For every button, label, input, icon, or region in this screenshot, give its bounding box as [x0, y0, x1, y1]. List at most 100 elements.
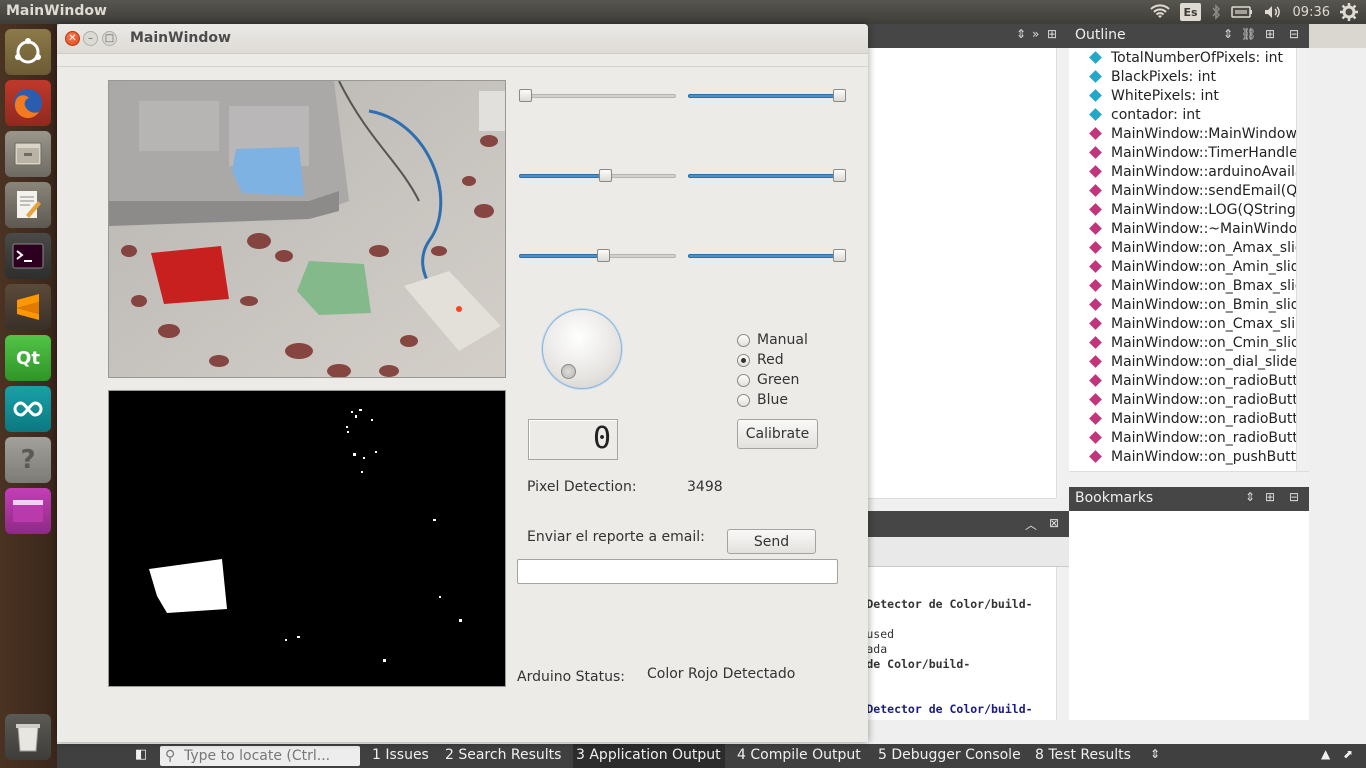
radio-manual[interactable]: Manual	[737, 331, 808, 349]
clock[interactable]: 09:36	[1293, 3, 1330, 21]
split-icon[interactable]: ⊞	[1047, 27, 1057, 41]
outline-item[interactable]: contador: int	[1069, 105, 1296, 124]
calibrate-button[interactable]: Calibrate	[737, 419, 818, 449]
outline-item[interactable]: MainWindow::on_Bmax_slid	[1069, 276, 1296, 295]
outline-item[interactable]: MainWindow::on_radioButt	[1069, 428, 1296, 447]
outline-vertical-scrollbar[interactable]	[1296, 48, 1309, 471]
maximize-pane-icon[interactable]: ⬈	[1343, 747, 1353, 761]
c-min-slider[interactable]	[519, 248, 676, 264]
text-editor-icon[interactable]	[5, 182, 51, 228]
files-icon[interactable]	[5, 131, 51, 177]
outline-item[interactable]: MainWindow::on_Bmin_slid	[1069, 295, 1296, 314]
outline-item[interactable]: MainWindow::MainWindow	[1069, 124, 1296, 143]
tab-application-output[interactable]: 3 Application Output	[573, 744, 725, 768]
up-down-icon[interactable]: ⇕	[1016, 27, 1026, 41]
bookmarks-area	[1069, 511, 1309, 720]
outline-item-label: MainWindow::sendEmail(QS	[1111, 182, 1296, 199]
radio-blue[interactable]: Blue	[737, 391, 788, 409]
tab-search-results[interactable]: 2 Search Results	[445, 747, 561, 763]
gear-icon[interactable]	[1340, 3, 1358, 21]
trash-icon[interactable]	[5, 714, 51, 760]
outline-item[interactable]: MainWindow::on_dial_slide	[1069, 352, 1296, 371]
outline-item[interactable]: WhitePixels: int	[1069, 86, 1296, 105]
double-chevron-icon[interactable]: »	[1032, 27, 1039, 41]
outline-item[interactable]: MainWindow::~MainWindo	[1069, 219, 1296, 238]
tab-test-results[interactable]: 8 Test Results	[1035, 747, 1131, 763]
maximize-icon[interactable]: □	[102, 31, 117, 46]
bookmarks-title: Bookmarks	[1075, 490, 1154, 506]
firefox-icon[interactable]	[5, 80, 51, 126]
volume-icon[interactable]	[1263, 3, 1283, 21]
sublime-text-icon[interactable]	[5, 284, 51, 330]
function-icon	[1089, 393, 1102, 406]
b-min-slider[interactable]	[519, 168, 676, 184]
ubuntu-dash-icon[interactable]	[5, 29, 51, 75]
keyboard-layout-indicator[interactable]: Es	[1180, 3, 1201, 21]
outline-item-label: TotalNumberOfPixels: int	[1111, 49, 1283, 66]
outline-item-label: MainWindow::on_Bmin_slid	[1111, 296, 1296, 313]
editor-vertical-scrollbar[interactable]	[1056, 48, 1069, 498]
outline-item[interactable]: MainWindow::on_pushButt	[1069, 447, 1296, 466]
outline-item[interactable]: MainWindow::on_radioButt	[1069, 390, 1296, 409]
up-down-icon[interactable]: ⇕	[1223, 27, 1233, 41]
pixel-detection-label: Pixel Detection:	[527, 479, 637, 495]
outline-item[interactable]: MainWindow::on_radioButt	[1069, 409, 1296, 428]
outline-item[interactable]: MainWindow::TimerHandle	[1069, 143, 1296, 162]
up-down-icon[interactable]: ⇕	[1150, 747, 1160, 761]
arduino-icon[interactable]	[5, 386, 51, 432]
bookmarks-header: Bookmarks ⇕ ⊞ ⊟	[1069, 487, 1309, 511]
link-icon[interactable]: ⛓	[1241, 27, 1256, 41]
outline-item[interactable]: MainWindow::LOG(QString,	[1069, 200, 1296, 219]
outline-item[interactable]: MainWindow::on_radioButt	[1069, 371, 1296, 390]
app-window-icon[interactable]	[5, 488, 51, 534]
close-pane-icon[interactable]: ⊟	[1289, 490, 1299, 504]
outline-item[interactable]: MainWindow::arduinoAvaila	[1069, 162, 1296, 181]
outline-item[interactable]: MainWindow::on_Amin_slid	[1069, 257, 1296, 276]
outline-item[interactable]: MainWindow::on_Cmax_slid	[1069, 314, 1296, 333]
dial-knob[interactable]	[561, 364, 576, 379]
chevron-up-icon[interactable]: ︿	[1025, 516, 1037, 533]
tab-issues[interactable]: 1 Issues	[372, 747, 429, 763]
outline-item-label: BlackPixels: int	[1111, 68, 1216, 85]
minimize-icon[interactable]: –	[83, 31, 98, 46]
outline-item-label: MainWindow::arduinoAvaila	[1111, 163, 1296, 180]
b-max-fill	[688, 174, 839, 178]
radio-red-indicator	[737, 353, 750, 367]
outline-item[interactable]: MainWindow::on_Amax_slid	[1069, 238, 1296, 257]
split-icon[interactable]: ⊞	[1265, 27, 1275, 41]
function-icon	[1089, 355, 1102, 368]
wifi-icon[interactable]	[1150, 3, 1171, 21]
outline-horizontal-scrollbar[interactable]	[1069, 471, 1309, 487]
a-min-slider[interactable]	[519, 88, 676, 104]
up-down-icon[interactable]: ⇕	[1245, 490, 1255, 504]
outline-item-label: MainWindow::on_Amin_slid	[1111, 258, 1296, 275]
close-pane-icon[interactable]: ⊟	[1289, 27, 1299, 41]
chevron-up-icon[interactable]: ▲	[1321, 747, 1330, 761]
tab-debugger-console[interactable]: 5 Debugger Console	[878, 747, 1021, 763]
close-icon[interactable]: ✕	[65, 31, 80, 46]
locator-input[interactable]: ⚲ Type to locate (Ctrl...	[160, 746, 360, 766]
radio-red[interactable]: Red	[737, 351, 784, 369]
outline-item[interactable]: TotalNumberOfPixels: int	[1069, 48, 1296, 67]
outline-item[interactable]: MainWindow::on_Cmin_slid	[1069, 333, 1296, 352]
split-icon[interactable]: ⊞	[1265, 490, 1275, 504]
help-icon[interactable]: ?	[5, 437, 51, 483]
qt-creator-icon[interactable]: Qt	[5, 335, 51, 381]
bluetooth-icon[interactable]	[1211, 3, 1221, 21]
a-max-slider[interactable]	[688, 88, 846, 104]
close-pane-icon[interactable]: ⊠	[1049, 516, 1059, 530]
tab-compile-output[interactable]: 4 Compile Output	[737, 747, 861, 763]
b-max-slider[interactable]	[688, 168, 846, 184]
outline-item[interactable]: MainWindow::sendEmail(QS	[1069, 181, 1296, 200]
threshold-dial[interactable]	[542, 309, 622, 389]
sidebar-toggle-icon[interactable]: ◧	[135, 747, 147, 762]
output-vertical-scrollbar[interactable]	[1056, 567, 1069, 720]
email-field[interactable]	[517, 559, 838, 584]
c-max-slider[interactable]	[688, 248, 846, 264]
terminal-icon[interactable]	[5, 233, 51, 279]
function-icon	[1089, 165, 1102, 178]
battery-icon[interactable]	[1230, 3, 1253, 21]
send-button[interactable]: Send	[727, 529, 816, 554]
radio-green[interactable]: Green	[737, 371, 799, 389]
outline-item[interactable]: BlackPixels: int	[1069, 67, 1296, 86]
